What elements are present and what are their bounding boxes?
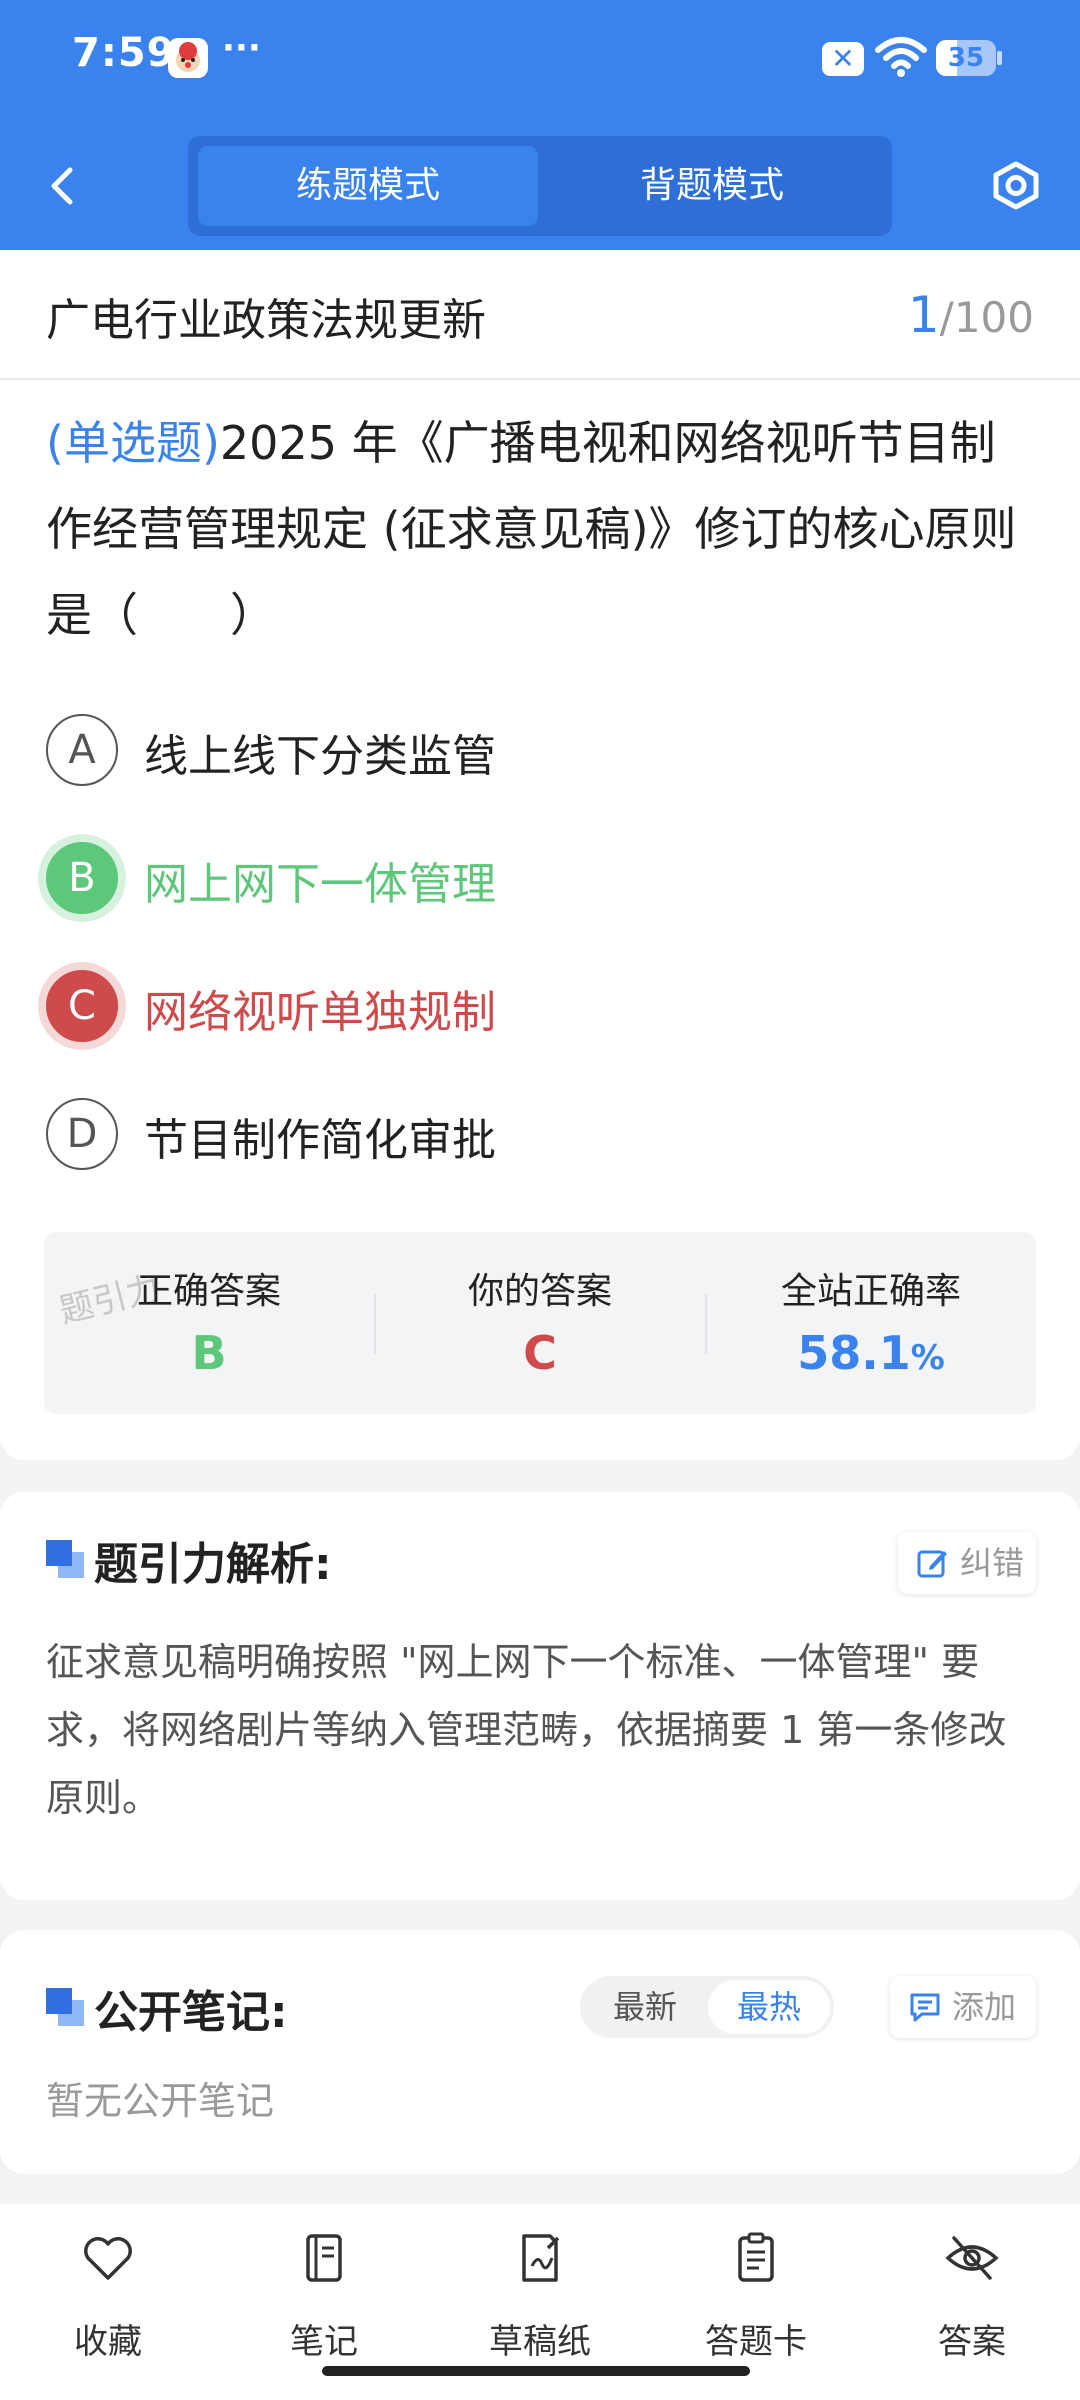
notes-title: 公开笔记: [94, 1987, 288, 2038]
more-notifications-icon: ··· [222, 28, 261, 68]
question-card: 广电行业政策法规更新 1/100 (单选题)2025 年《广播电视和网络视听节目… [0, 250, 1080, 1460]
add-note-label: 添加 [952, 1988, 1017, 2026]
option-b[interactable]: B 网上网下一体管理 [46, 838, 1036, 918]
public-notes-card: 公开笔记: 最新 最热 添加 暂无公开笔记 [0, 1930, 1080, 2174]
tab-practice-mode[interactable]: 练题模式 [198, 146, 538, 226]
edit-icon [917, 1550, 947, 1578]
wifi-icon [874, 36, 928, 78]
accuracy-unit: % [910, 1338, 945, 1378]
question-type: (单选题) [46, 416, 220, 470]
your-answer: 你的答案 C [375, 1232, 705, 1414]
answer-sheet-button[interactable]: 答题卡 [666, 2230, 846, 2362]
comment-icon [910, 1993, 940, 2022]
progress-current: 1 [907, 286, 940, 344]
app-header: 7:59 ··· ✕ 35 练题模式 背题模式 [0, 0, 1080, 250]
your-answer-value: C [523, 1326, 557, 1380]
option-text: 线上线下分类监管 [144, 731, 496, 782]
site-accuracy-label: 全站正确率 [780, 1271, 961, 1312]
tab-memorize-mode[interactable]: 背题模式 [542, 146, 882, 226]
sort-hottest[interactable]: 最热 [708, 1980, 830, 2034]
site-accuracy-value: 58.1% [706, 1326, 1036, 1380]
draft-paper-label: 草稿纸 [489, 2322, 591, 2362]
option-a[interactable]: A 线上线下分类监管 [46, 710, 1036, 790]
analysis-card: 题引力解析: 纠错 征求意见稿明确按照 "网上网下一个标准、一体管理" 要求，将… [0, 1492, 1080, 1900]
battery-icon: 35 [936, 40, 1002, 76]
option-letter: C [46, 970, 118, 1042]
analysis-text: 征求意见稿明确按照 "网上网下一个标准、一体管理" 要求，将网络剧片等纳入管理范… [46, 1640, 1007, 1820]
site-accuracy: 全站正确率 58.1% [706, 1232, 1036, 1414]
eye-off-icon [945, 2236, 999, 2280]
correct-answer: 正确答案 B [44, 1232, 374, 1414]
correct-answer-value: B [191, 1326, 227, 1380]
option-text: 网络视听单独规制 [144, 987, 496, 1038]
notes-empty-text: 暂无公开笔记 [46, 2079, 275, 2123]
sim-off-icon: ✕ [822, 42, 864, 76]
analysis-title: 题引力解析: [94, 1539, 332, 1590]
question-stem: (单选题)2025 年《广播电视和网络视听节目制作经营管理规定 (征求意见稿)》… [46, 400, 1036, 658]
status-bar: 7:59 ··· ✕ 35 [0, 0, 1080, 120]
heart-icon [84, 2237, 132, 2280]
settings-hexagon-icon [993, 161, 1039, 210]
settings-button[interactable] [986, 150, 1046, 220]
option-text: 网上网下一体管理 [144, 859, 496, 910]
section-squares-icon [46, 1540, 84, 1578]
report-error-label: 纠错 [960, 1544, 1025, 1582]
category-title: 广电行业政策法规更新 [46, 295, 486, 346]
draft-paper-icon [522, 2234, 560, 2282]
answer-sheet-label: 答题卡 [705, 2322, 807, 2362]
home-indicator[interactable] [322, 2366, 750, 2376]
notes-label: 笔记 [290, 2322, 358, 2362]
progress-total: /100 [939, 293, 1034, 342]
section-squares-icon [46, 1988, 84, 2026]
notes-button[interactable]: 笔记 [234, 2230, 414, 2362]
option-letter: A [46, 714, 118, 786]
correct-answer-label: 正确答案 [136, 1271, 281, 1312]
show-answer-label: 答案 [938, 2322, 1006, 2362]
back-button[interactable] [40, 150, 90, 220]
sort-latest[interactable]: 最新 [584, 1980, 706, 2034]
show-answer-button[interactable]: 答案 [882, 2230, 1062, 2362]
answer-card-icon [738, 2232, 774, 2282]
chevron-left-icon [51, 167, 73, 205]
report-error-button[interactable]: 纠错 [898, 1532, 1036, 1594]
your-answer-label: 你的答案 [467, 1271, 612, 1312]
favorite-label: 收藏 [74, 2322, 142, 2362]
notebook-icon [306, 2234, 342, 2282]
notes-sort-toggle: 最新 最热 [580, 1976, 834, 2038]
option-text: 节目制作简化审批 [144, 1115, 496, 1166]
option-d[interactable]: D 节目制作简化审批 [46, 1094, 1036, 1174]
option-c[interactable]: C 网络视听单独规制 [46, 966, 1036, 1046]
divider [0, 378, 1080, 380]
battery-level-text: 35 [947, 43, 985, 73]
option-letter: B [46, 842, 118, 914]
option-letter: D [46, 1098, 118, 1170]
answer-summary: 题引力 正确答案 B 你的答案 C 全站正确率 58.1% [44, 1232, 1036, 1414]
accuracy-number: 58.1 [797, 1326, 911, 1380]
question-progress: 1/100 [908, 286, 1034, 344]
status-time: 7:59 [72, 30, 176, 76]
favorite-button[interactable]: 收藏 [18, 2230, 198, 2362]
add-note-button[interactable]: 添加 [890, 1976, 1036, 2038]
app-notification-icon [168, 38, 208, 78]
draft-paper-button[interactable]: 草稿纸 [450, 2230, 630, 2362]
mode-tabs: 练题模式 背题模式 [188, 136, 892, 236]
